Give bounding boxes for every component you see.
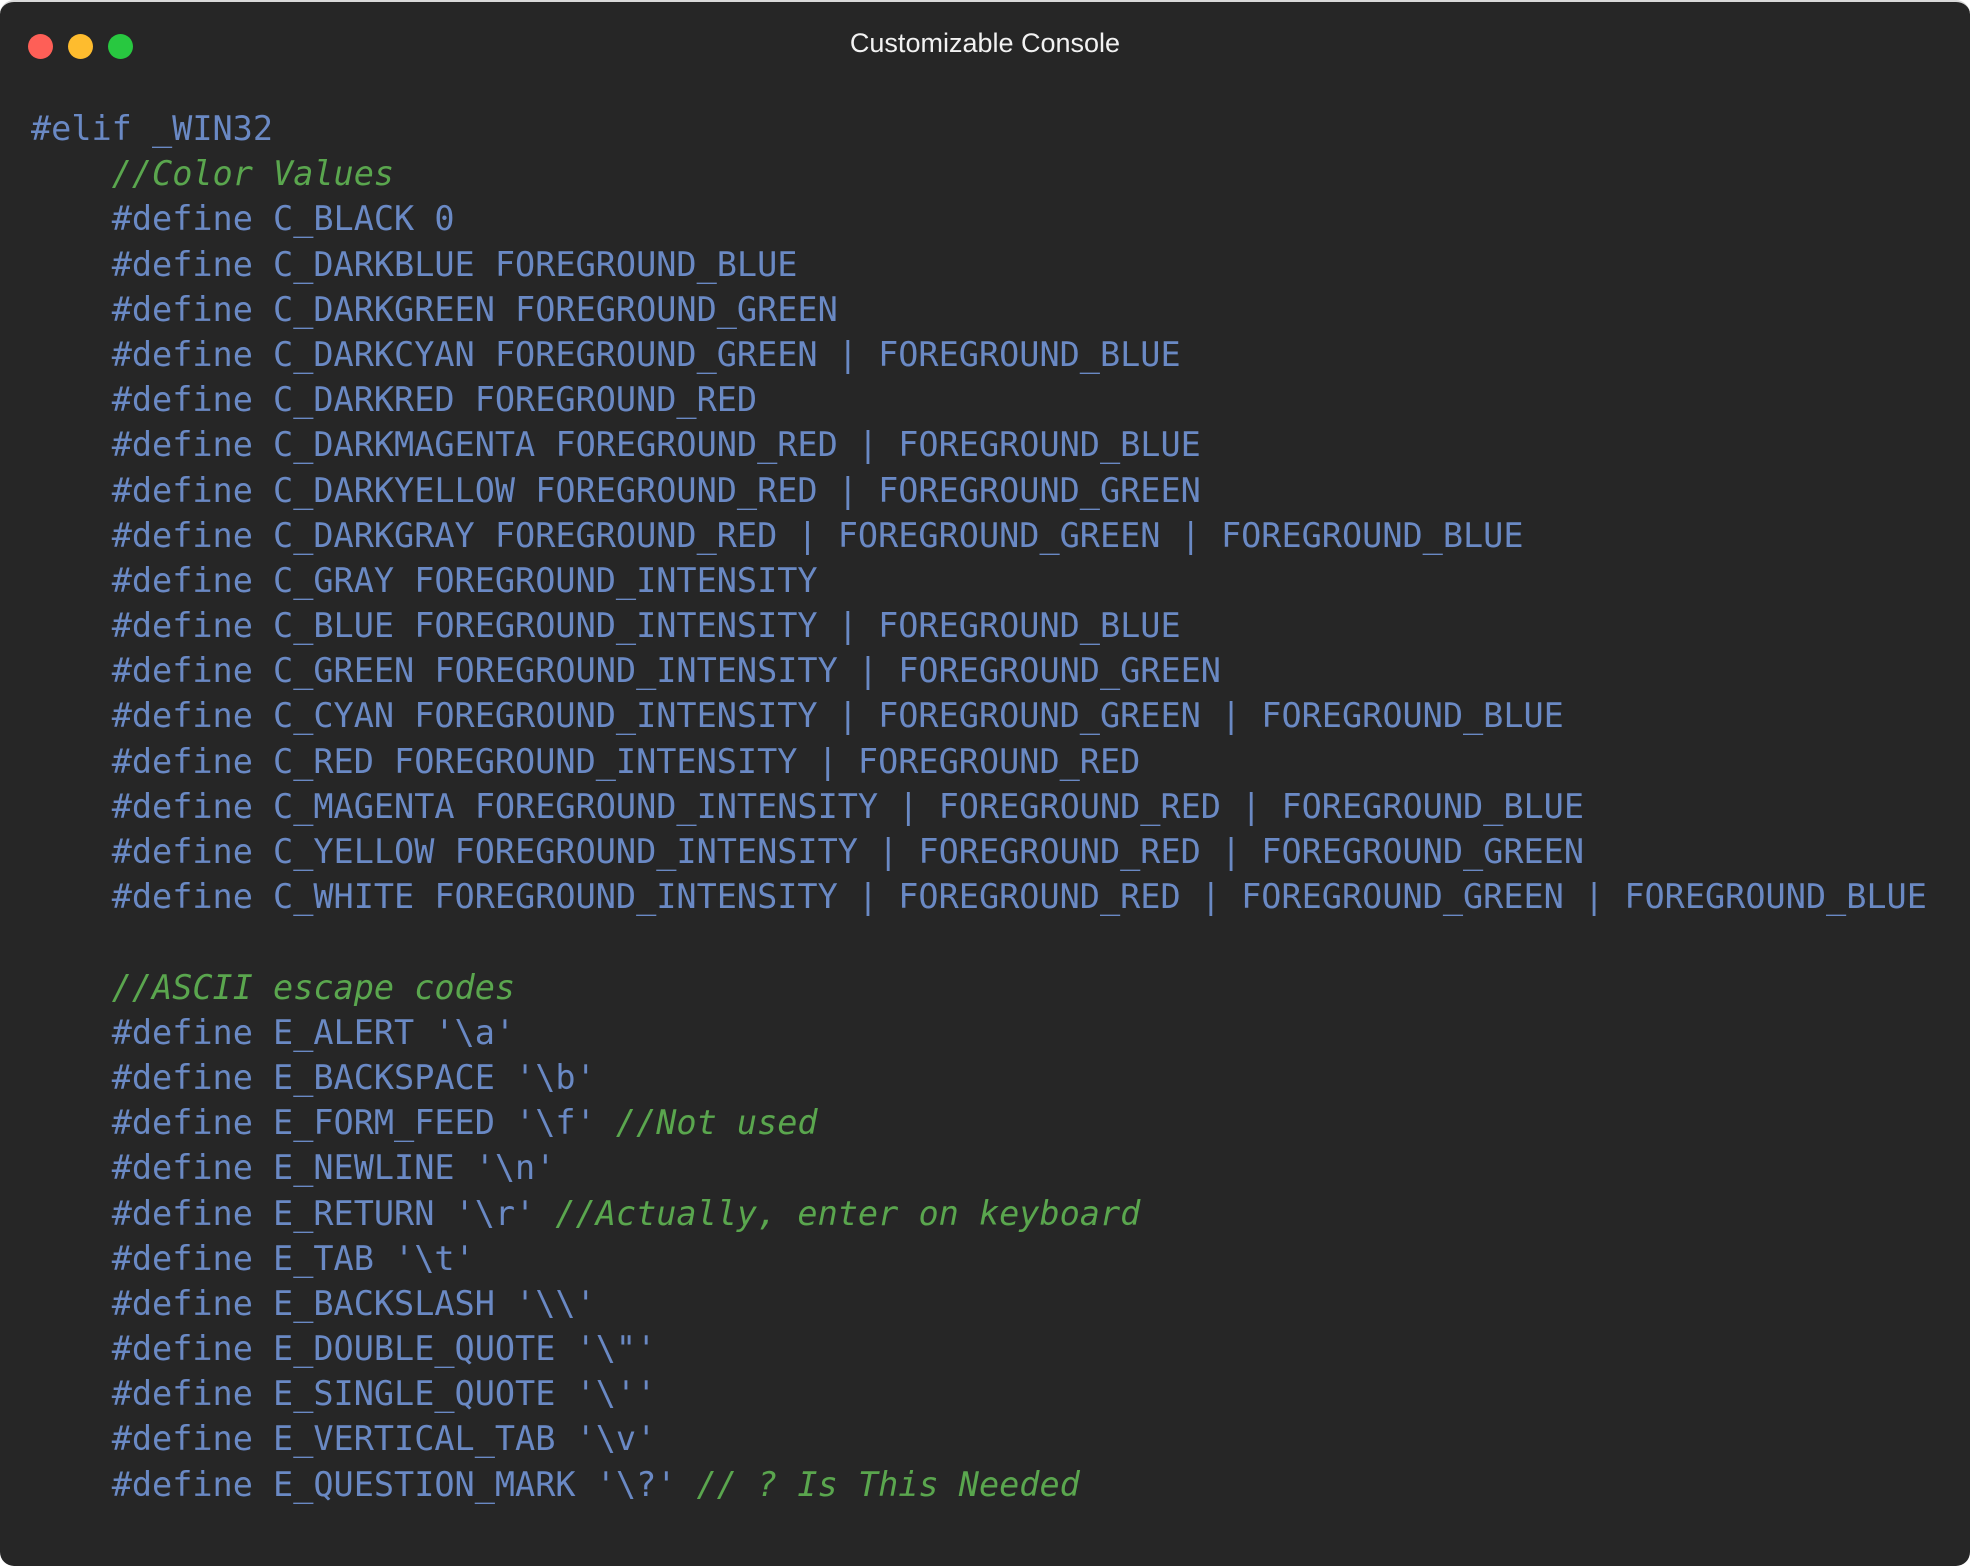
code-line: #define C_BLACK 0 <box>31 196 1927 241</box>
code-comment: //Not used <box>615 1103 818 1143</box>
code-text: #define C_DARKBLUE FOREGROUND_BLUE <box>111 244 798 284</box>
code-line: #define E_TAB '\t' <box>31 1236 1927 1281</box>
code-text: #elif _WIN32 <box>31 109 274 148</box>
code-text: #define C_MAGENTA FOREGROUND_INTENSITY |… <box>111 786 1585 826</box>
window-title: Customizable Console <box>849 28 1121 58</box>
code-line: #define C_RED FOREGROUND_INTENSITY | FOR… <box>31 739 1927 784</box>
code-text: #define E_FORM_FEED '\f' <box>111 1103 616 1143</box>
code-text: #define E_DOUBLE_QUOTE '\"' <box>111 1329 657 1369</box>
code-line: #define C_DARKCYAN FOREGROUND_GREEN | FO… <box>31 332 1927 377</box>
code-line: #define E_ALERT '\a' <box>31 1010 1927 1055</box>
code-text: #define C_BLUE FOREGROUND_INTENSITY | FO… <box>111 606 1181 646</box>
code-text: #define C_GREEN FOREGROUND_INTENSITY | F… <box>111 651 1221 691</box>
code-line: #define C_GRAY FOREGROUND_INTENSITY <box>31 558 1927 603</box>
code-text: #define E_SINGLE_QUOTE '\'' <box>111 1374 657 1414</box>
code-line: #define C_WHITE FOREGROUND_INTENSITY | F… <box>31 874 1927 919</box>
code-line: #define C_CYAN FOREGROUND_INTENSITY | FO… <box>31 693 1927 738</box>
code-text: #define E_RETURN '\r' <box>111 1193 556 1233</box>
title-bar[interactable]: Customizable Console <box>0 2 1970 90</box>
console-window: Customizable Console #elif _WIN32 //Colo… <box>0 0 1970 1566</box>
code-text: #define C_DARKYELLOW FOREGROUND_RED | FO… <box>111 470 1201 510</box>
code-text: #define C_CYAN FOREGROUND_INTENSITY | FO… <box>111 696 1564 736</box>
code-line: //ASCII escape codes <box>31 965 1927 1010</box>
code-text: #define C_RED FOREGROUND_INTENSITY | FOR… <box>111 741 1141 781</box>
code-line: #define E_DOUBLE_QUOTE '\"' <box>31 1326 1927 1371</box>
code-text: #define E_BACKSPACE '\b' <box>111 1057 596 1097</box>
code-line: #define C_MAGENTA FOREGROUND_INTENSITY |… <box>31 784 1927 829</box>
code-comment: //Actually, enter on keyboard <box>555 1193 1141 1233</box>
code-line: #define E_BACKSLASH '\\' <box>31 1281 1927 1326</box>
code-line: #define C_BLUE FOREGROUND_INTENSITY | FO… <box>31 603 1927 648</box>
code-line: #define C_DARKRED FOREGROUND_RED <box>31 377 1927 422</box>
code-text: #define E_TAB '\t' <box>111 1238 475 1278</box>
code-line: #define C_YELLOW FOREGROUND_INTENSITY | … <box>31 829 1927 874</box>
code-text: #define C_DARKMAGENTA FOREGROUND_RED | F… <box>111 425 1201 465</box>
code-text: #define C_DARKCYAN FOREGROUND_GREEN | FO… <box>111 334 1181 374</box>
code-text: #define C_BLACK 0 <box>111 199 455 239</box>
code-line: #define E_RETURN '\r' //Actually, enter … <box>31 1191 1927 1236</box>
code-line: #define E_VERTICAL_TAB '\v' <box>31 1416 1927 1461</box>
code-text: #define C_DARKGRAY FOREGROUND_RED | FORE… <box>111 515 1524 555</box>
code-line: #define E_NEWLINE '\n' <box>31 1145 1927 1190</box>
code-line: #define E_SINGLE_QUOTE '\'' <box>31 1371 1927 1416</box>
code-line: #define C_DARKGRAY FOREGROUND_RED | FORE… <box>31 513 1927 558</box>
code-line: #define C_DARKBLUE FOREGROUND_BLUE <box>31 242 1927 287</box>
code-text: #define C_YELLOW FOREGROUND_INTENSITY | … <box>111 832 1585 871</box>
code-area[interactable]: #elif _WIN32 //Color Values #define C_BL… <box>31 106 1927 1507</box>
code-text: #define C_DARKGREEN FOREGROUND_GREEN <box>111 289 838 329</box>
code-comment: // ? Is This Needed <box>696 1464 1080 1504</box>
code-text: #define E_BACKSLASH '\\' <box>111 1283 596 1323</box>
code-line: #define C_DARKYELLOW FOREGROUND_RED | FO… <box>31 468 1927 513</box>
code-line: #define E_FORM_FEED '\f' //Not used <box>31 1100 1927 1145</box>
code-text: #define E_QUESTION_MARK '\?' <box>111 1464 697 1504</box>
code-comment: //Color Values <box>111 154 395 194</box>
code-line: #define C_GREEN FOREGROUND_INTENSITY | F… <box>31 648 1927 693</box>
code-text: #define C_DARKRED FOREGROUND_RED <box>111 380 758 420</box>
code-line: #define E_QUESTION_MARK '\?' // ? Is Thi… <box>31 1462 1927 1507</box>
code-text: #define E_NEWLINE '\n' <box>111 1148 556 1188</box>
code-comment: //ASCII escape codes <box>111 967 516 1007</box>
code-line: #define C_DARKMAGENTA FOREGROUND_RED | F… <box>31 422 1927 467</box>
code-line: #elif _WIN32 <box>31 106 1927 151</box>
code-line: #define C_DARKGREEN FOREGROUND_GREEN <box>31 287 1927 332</box>
code-text: #define E_ALERT '\a' <box>111 1012 516 1052</box>
code-line: #define E_BACKSPACE '\b' <box>31 1055 1927 1100</box>
code-text: #define C_WHITE FOREGROUND_INTENSITY | F… <box>111 877 1927 917</box>
code-text: #define C_GRAY FOREGROUND_INTENSITY <box>111 560 818 600</box>
code-text: #define E_VERTICAL_TAB '\v' <box>111 1419 657 1459</box>
code-line: //Color Values <box>31 151 1927 196</box>
